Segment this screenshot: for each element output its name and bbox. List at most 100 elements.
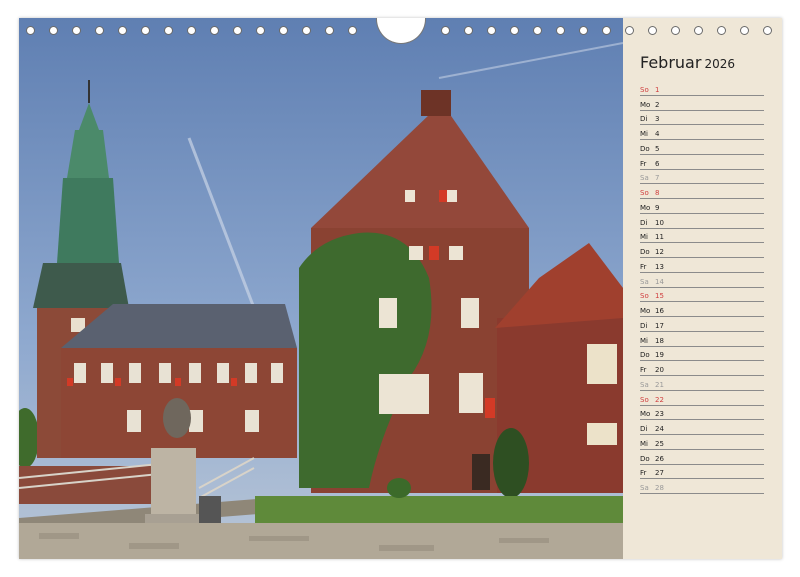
- day-row: So 1: [640, 81, 764, 96]
- hanger-cutout: [376, 18, 426, 44]
- binding-ring: [579, 26, 588, 35]
- binding-ring: [26, 26, 35, 35]
- day-number: 16: [655, 307, 664, 315]
- day-abbr: Sa: [640, 174, 649, 183]
- day-number: 1: [655, 85, 660, 94]
- day-row: Fr 27: [640, 465, 764, 480]
- day-row: Mo 2: [640, 96, 764, 111]
- day-abbr: Di: [640, 321, 648, 330]
- binding-ring: [256, 26, 265, 35]
- day-row: So 22: [640, 391, 764, 406]
- day-row: Mi 18: [640, 332, 764, 347]
- day-row: Sa 21: [640, 376, 764, 391]
- day-abbr: Mo: [640, 307, 651, 315]
- day-number: 12: [655, 248, 664, 256]
- day-row: Fr 6: [640, 155, 764, 170]
- binding-ring: [441, 26, 450, 35]
- day-row: Mo 16: [640, 302, 764, 317]
- binding-ring: [556, 26, 565, 35]
- day-number: 15: [655, 292, 664, 301]
- day-abbr: Do: [640, 454, 650, 463]
- binding-ring: [348, 26, 357, 35]
- day-number: 27: [655, 469, 664, 478]
- day-number: 10: [655, 218, 664, 227]
- binding-ring: [141, 26, 150, 35]
- day-abbr: Sa: [640, 484, 649, 492]
- binding-ring: [279, 26, 288, 35]
- day-abbr: Mo: [640, 203, 651, 212]
- day-abbr: Fr: [640, 366, 647, 374]
- day-number: 11: [655, 233, 664, 242]
- day-abbr: Mi: [640, 439, 648, 448]
- binding-ring: [95, 26, 104, 35]
- castle-illustration: [19, 18, 623, 559]
- day-row: Fr 13: [640, 258, 764, 273]
- binding-ring: [302, 26, 311, 35]
- month-name: Februar: [640, 53, 702, 72]
- day-number: 21: [655, 380, 664, 389]
- binding-ring: [49, 26, 58, 35]
- day-row: Sa 7: [640, 170, 764, 185]
- binding-ring: [164, 26, 173, 35]
- binding-ring: [510, 26, 519, 35]
- day-row: Sa 28: [640, 479, 764, 494]
- day-number: 8: [655, 189, 660, 197]
- day-number: 13: [655, 262, 664, 271]
- day-row: Mi 11: [640, 229, 764, 244]
- day-abbr: So: [640, 189, 649, 197]
- day-abbr: Di: [640, 218, 648, 227]
- binding-ring: [694, 26, 703, 35]
- day-abbr: Mo: [640, 100, 651, 109]
- day-list: So 1 Mo 2 Di 3 Mi 4 Do 5 Fr 6 Sa 7 So 8 Mo 9 Di 10 Mi 11 Do 12 F…: [640, 81, 764, 494]
- calendar-panel: Februar 2026 So 1 Mo 2 Di 3 Mi 4 Do 5 Fr 6 Sa 7 So 8 Mo 9 D…: [623, 18, 782, 559]
- month-title: Februar 2026: [640, 53, 735, 72]
- day-row: Fr 20: [640, 361, 764, 376]
- binding-ring: [325, 26, 334, 35]
- day-abbr: Di: [640, 425, 648, 433]
- day-row: Mi 4: [640, 125, 764, 140]
- day-row: Sa 14: [640, 273, 764, 288]
- binding-ring: [533, 26, 542, 35]
- day-number: 5: [655, 144, 660, 153]
- binding-ring: [118, 26, 127, 35]
- day-row: Mi 25: [640, 435, 764, 450]
- day-abbr: Do: [640, 144, 650, 153]
- binding-ring: [625, 26, 634, 35]
- binding-ring: [210, 26, 219, 35]
- binding-ring: [648, 26, 657, 35]
- day-abbr: Fr: [640, 262, 647, 271]
- day-number: 17: [655, 321, 664, 330]
- binding-ring: [187, 26, 196, 35]
- day-row: Do 12: [640, 243, 764, 258]
- month-year: 2026: [704, 57, 735, 71]
- binding-ring: [72, 26, 81, 35]
- day-row: So 8: [640, 184, 764, 199]
- day-number: 4: [655, 130, 660, 138]
- day-number: 14: [655, 277, 664, 286]
- day-abbr: Do: [640, 248, 650, 256]
- day-row: Do 5: [640, 140, 764, 155]
- day-row: Do 26: [640, 450, 764, 465]
- day-row: Mo 9: [640, 199, 764, 214]
- day-abbr: Mi: [640, 233, 648, 242]
- day-abbr: So: [640, 292, 649, 301]
- day-number: 9: [655, 203, 660, 212]
- binding-ring: [602, 26, 611, 35]
- day-abbr: Di: [640, 115, 648, 124]
- day-number: 20: [655, 366, 664, 374]
- day-abbr: So: [640, 395, 649, 404]
- day-abbr: So: [640, 85, 649, 94]
- day-number: 19: [655, 351, 664, 360]
- castle-photo: [19, 18, 623, 559]
- binding-ring: [740, 26, 749, 35]
- day-number: 23: [655, 410, 664, 419]
- day-number: 28: [655, 484, 664, 492]
- day-abbr: Mo: [640, 410, 651, 419]
- calendar-page: Februar 2026 So 1 Mo 2 Di 3 Mi 4 Do 5 Fr 6 Sa 7 So 8 Mo 9 D…: [19, 18, 782, 559]
- binding-ring: [671, 26, 680, 35]
- day-row: Di 17: [640, 317, 764, 332]
- binding-ring: [464, 26, 473, 35]
- day-row: Di 24: [640, 420, 764, 435]
- day-abbr: Mi: [640, 336, 648, 345]
- day-number: 25: [655, 439, 664, 448]
